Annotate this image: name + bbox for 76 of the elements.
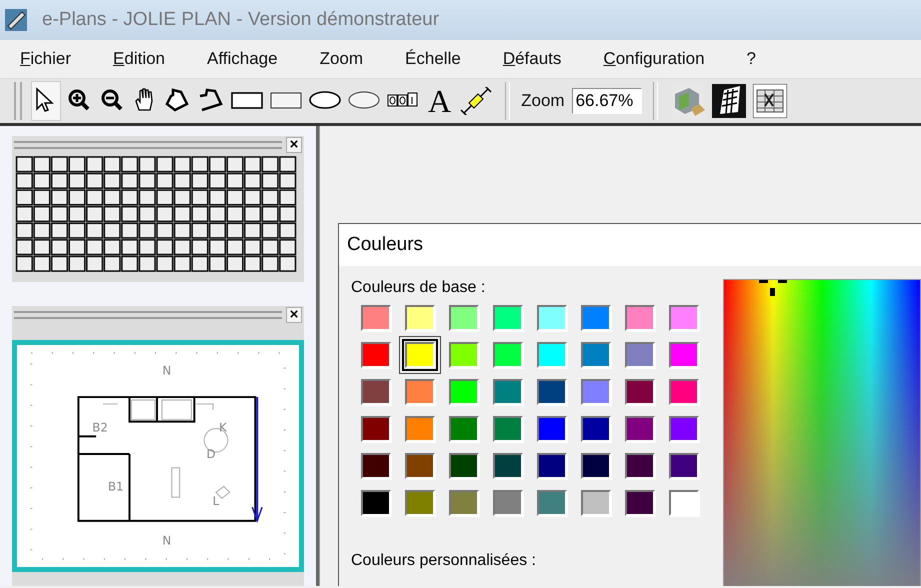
color-swatch[interactable] <box>669 490 699 516</box>
color-swatch[interactable] <box>669 305 699 331</box>
spreadsheet-icon <box>752 84 787 118</box>
color-swatch[interactable] <box>537 416 567 442</box>
color-swatch[interactable] <box>361 453 391 479</box>
color-swatch[interactable] <box>405 453 435 479</box>
panel-grip[interactable] <box>14 141 282 149</box>
color-swatch[interactable] <box>449 342 479 368</box>
menu-item[interactable]: Affichage <box>199 47 286 71</box>
menu-item[interactable]: Configuration <box>595 47 713 71</box>
color-swatch[interactable] <box>581 305 611 331</box>
color-swatch[interactable] <box>581 453 611 479</box>
color-swatch[interactable] <box>493 379 523 405</box>
color-swatch[interactable] <box>493 453 523 479</box>
toolbar-button[interactable] <box>750 81 789 121</box>
crosshair-icon <box>757 280 790 296</box>
menu-item[interactable]: Zoom <box>312 47 372 71</box>
color-swatch[interactable] <box>625 379 655 405</box>
color-swatch[interactable] <box>669 342 699 368</box>
color-spectrum[interactable] <box>723 279 921 586</box>
color-swatch[interactable] <box>361 305 391 331</box>
building-icon <box>712 84 746 118</box>
color-swatch[interactable] <box>669 379 699 405</box>
color-swatch[interactable] <box>361 490 391 516</box>
color-swatch[interactable] <box>449 453 479 479</box>
custom-colors-label: Couleurs personnalisées : <box>351 552 537 570</box>
app-logo-icon <box>4 8 28 32</box>
color-swatch[interactable] <box>405 416 435 442</box>
color-swatch[interactable] <box>537 342 567 368</box>
color-swatch[interactable] <box>449 305 479 331</box>
color-swatch[interactable] <box>405 379 435 405</box>
color-swatch[interactable] <box>669 453 699 479</box>
color-swatch[interactable] <box>537 379 567 405</box>
tool-button[interactable] <box>31 81 61 121</box>
color-swatch[interactable] <box>493 490 523 516</box>
close-button[interactable]: × <box>286 307 302 323</box>
dialog-title: Couleurs <box>347 234 424 256</box>
color-swatch[interactable] <box>449 490 479 516</box>
tool-button[interactable]: A <box>424 81 456 121</box>
color-swatch[interactable] <box>581 490 611 516</box>
menu-item[interactable]: Edition <box>105 47 173 71</box>
color-swatch[interactable] <box>537 490 567 516</box>
color-swatch[interactable] <box>493 342 523 368</box>
color-swatch[interactable] <box>625 416 655 442</box>
color-swatch[interactable] <box>361 416 391 442</box>
color-swatch[interactable] <box>405 490 435 516</box>
color-swatch[interactable] <box>405 305 435 331</box>
color-swatch[interactable] <box>669 416 699 442</box>
dimension-icon <box>460 87 492 115</box>
color-swatch[interactable] <box>449 416 479 442</box>
color-swatch[interactable] <box>493 416 523 442</box>
toolbar-grip[interactable] <box>14 82 22 120</box>
color-swatch[interactable] <box>493 305 523 331</box>
color-swatch[interactable] <box>361 342 391 368</box>
color-swatch[interactable] <box>625 342 655 368</box>
menu-item[interactable]: Défauts <box>494 47 570 71</box>
color-swatch[interactable] <box>449 379 479 405</box>
color-swatch[interactable] <box>581 379 611 405</box>
zoom-label: Zoom <box>521 91 565 111</box>
menu-item[interactable]: Fichier <box>12 47 80 71</box>
close-button[interactable]: × <box>286 137 302 153</box>
color-swatch[interactable] <box>625 453 655 479</box>
color-swatch[interactable] <box>625 305 655 331</box>
color-swatch[interactable] <box>625 490 655 516</box>
color-swatch[interactable] <box>581 342 611 368</box>
basic-colors-label: Couleurs de base : <box>351 279 486 297</box>
toolbar-button[interactable] <box>710 81 748 121</box>
color-swatch[interactable] <box>537 453 567 479</box>
window-title: e-Plans - JOLIE PLAN - Version démonstrateur <box>42 9 440 31</box>
panel-grip[interactable] <box>14 311 282 319</box>
color-swatch[interactable] <box>361 379 391 405</box>
menu-item[interactable]: ? <box>738 47 764 71</box>
menu-item[interactable]: Échelle <box>397 47 469 71</box>
color-swatch[interactable] <box>537 305 567 331</box>
zoom-field[interactable]: 66.67% <box>572 88 642 114</box>
color-swatch[interactable] <box>581 416 611 442</box>
